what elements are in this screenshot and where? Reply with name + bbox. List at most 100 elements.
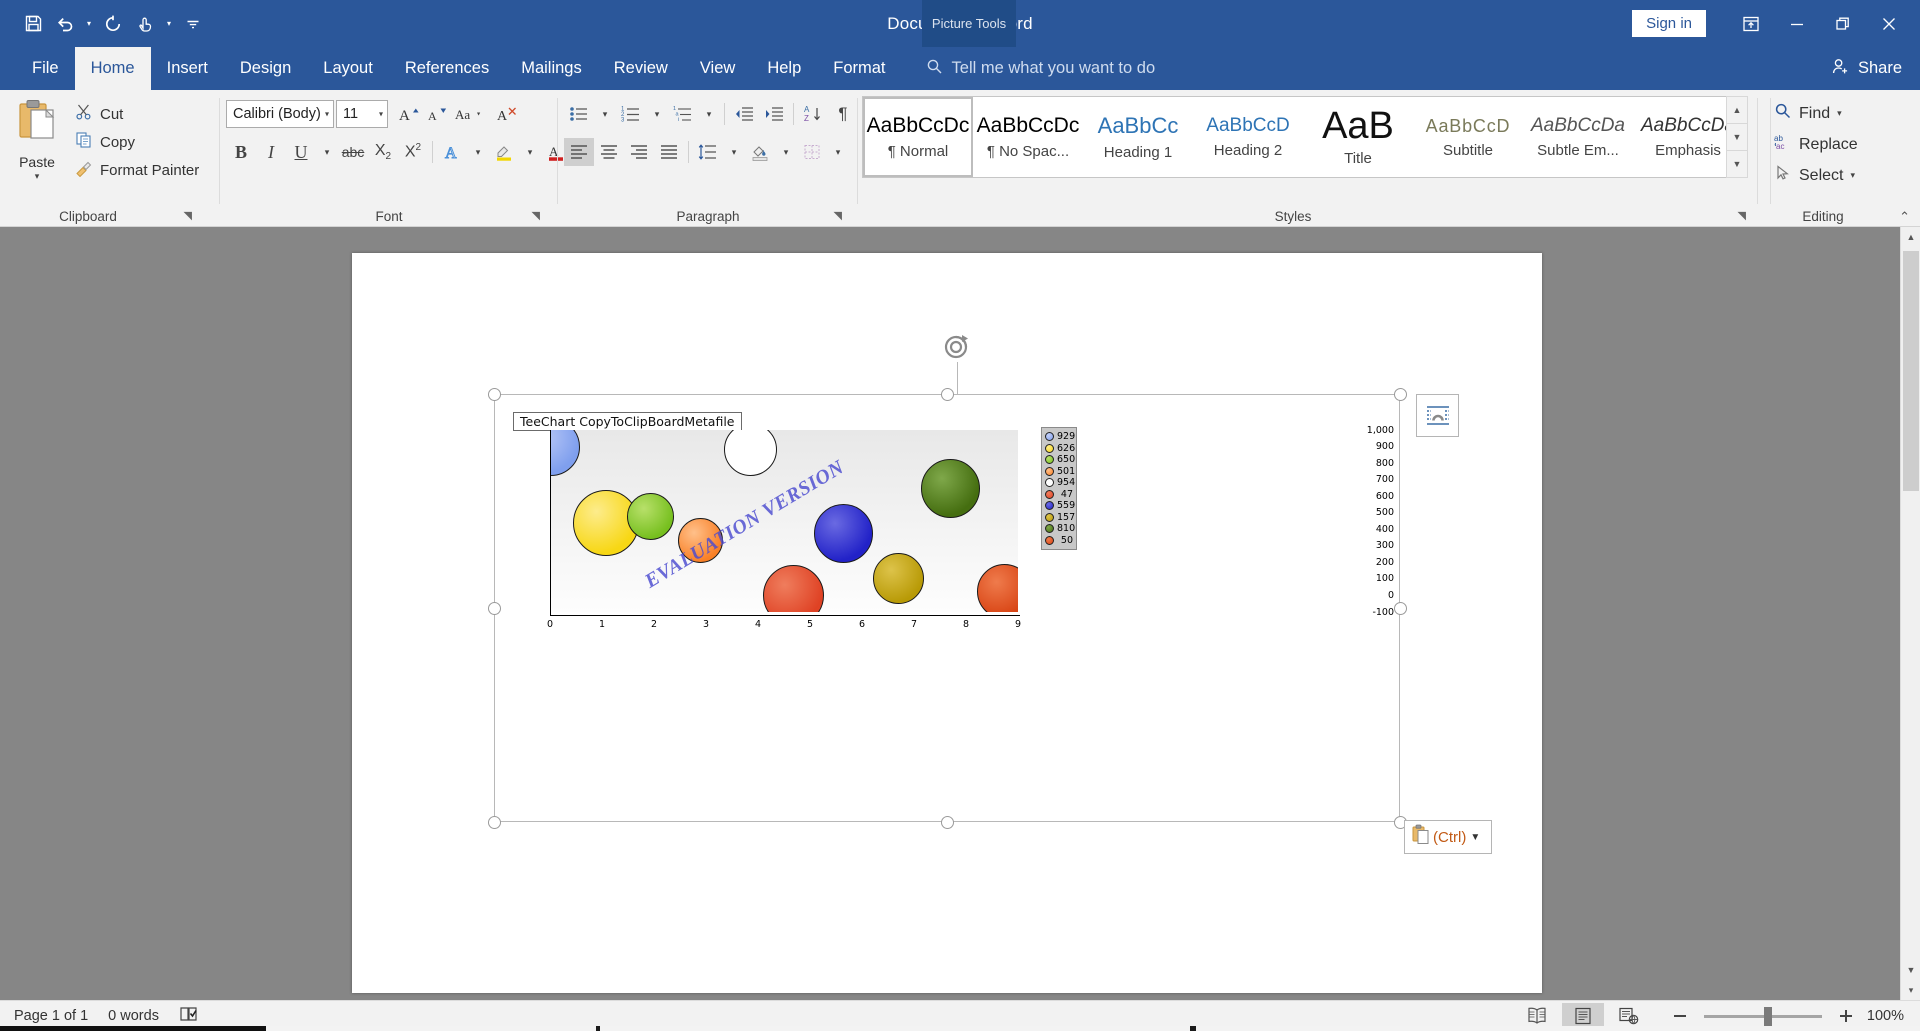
style-subtle-emphasis[interactable]: AaBbCcDa Subtle Em... — [1523, 97, 1633, 177]
paragraph-dialog-launcher[interactable]: ◥ — [834, 209, 842, 222]
find-dropdown-icon[interactable]: ▾ — [1837, 108, 1842, 119]
tab-references[interactable]: References — [389, 47, 505, 90]
tab-design[interactable]: Design — [224, 47, 307, 90]
scrollbar-thumb[interactable] — [1903, 251, 1919, 491]
change-case-icon[interactable]: Aa — [452, 100, 488, 128]
scroll-up-arrow-icon[interactable]: ▲ — [1901, 227, 1920, 247]
rotate-handle-icon[interactable] — [941, 330, 975, 364]
scroll-down-arrow-icon[interactable]: ▼ — [1901, 960, 1920, 980]
style-subtitle[interactable]: AaBbCcD Subtitle — [1413, 97, 1523, 177]
tab-insert[interactable]: Insert — [151, 47, 224, 90]
restore-icon[interactable] — [1820, 5, 1866, 43]
resize-handle-top-right[interactable] — [1394, 388, 1407, 401]
more-styles-icon[interactable]: ▼ — [1726, 150, 1748, 178]
paste-dropdown-icon[interactable]: ▾ — [35, 171, 40, 182]
show-formatting-marks-icon[interactable]: ¶ — [828, 100, 858, 128]
format-painter-button[interactable]: Format Painter — [70, 156, 204, 184]
underline-icon[interactable]: U — [286, 138, 316, 166]
zoom-level[interactable]: 100% — [1862, 1008, 1910, 1024]
picture-layout-options-icon[interactable] — [1416, 394, 1459, 437]
ribbon-display-options-icon[interactable] — [1728, 5, 1774, 43]
font-dialog-launcher[interactable]: ◥ — [532, 209, 540, 222]
share-button[interactable]: Share — [1831, 47, 1902, 90]
shading-dropdown-icon[interactable]: ▾ — [775, 138, 797, 166]
underline-dropdown-icon[interactable]: ▾ — [316, 138, 338, 166]
paste-button[interactable]: Paste ▾ — [8, 98, 66, 202]
style-title[interactable]: AaB Title — [1303, 97, 1413, 177]
proofing-errors-icon[interactable] — [169, 1005, 211, 1027]
select-button[interactable]: Select ▾ — [1774, 160, 1858, 191]
numbering-dropdown-icon[interactable]: ▾ — [646, 100, 668, 128]
line-spacing-dropdown-icon[interactable]: ▾ — [723, 138, 745, 166]
multilevel-dropdown-icon[interactable]: ▾ — [698, 100, 720, 128]
tab-mailings[interactable]: Mailings — [505, 47, 598, 90]
text-effects-dropdown-icon[interactable]: ▾ — [467, 138, 489, 166]
collapse-ribbon-icon[interactable]: ⌃ — [1899, 209, 1910, 225]
tell-me-search[interactable]: Tell me what you want to do — [902, 47, 1155, 90]
multilevel-list-icon[interactable]: 1ai — [668, 100, 698, 128]
text-highlight-dropdown-icon[interactable]: ▾ — [519, 138, 541, 166]
tab-file[interactable]: File — [16, 47, 75, 90]
align-left-icon[interactable] — [564, 138, 594, 166]
clear-formatting-icon[interactable]: A — [492, 100, 522, 128]
style-heading-2[interactable]: AaBbCcD Heading 2 — [1193, 97, 1303, 177]
numbering-icon[interactable]: 123 — [616, 100, 646, 128]
resize-handle-middle-right[interactable] — [1394, 602, 1407, 615]
teechart-image[interactable]: TeeChart CopyToClipBoardMetafile EVALUAT… — [500, 400, 1394, 660]
borders-icon[interactable] — [797, 138, 827, 166]
text-effects-icon[interactable]: A — [437, 138, 467, 166]
decrease-indent-icon[interactable] — [729, 100, 759, 128]
tab-review[interactable]: Review — [598, 47, 684, 90]
shrink-font-icon[interactable]: A — [422, 100, 452, 128]
font-size-input[interactable]: 11 ▾ — [336, 100, 388, 128]
cut-button[interactable]: Cut — [70, 100, 204, 128]
style-heading-1[interactable]: AaBbCc Heading 1 — [1083, 97, 1193, 177]
superscript-icon[interactable]: X2 — [398, 138, 428, 166]
scroll-down-icon[interactable]: ▼ — [1726, 123, 1748, 150]
style-no-spacing[interactable]: AaBbCcDc ¶ No Spac... — [973, 97, 1083, 177]
tab-help[interactable]: Help — [751, 47, 817, 90]
borders-dropdown-icon[interactable]: ▾ — [827, 138, 849, 166]
replace-button[interactable]: ab ac Replace — [1774, 129, 1858, 160]
resize-handle-bottom-center[interactable] — [941, 816, 954, 829]
bullets-dropdown-icon[interactable]: ▾ — [594, 100, 616, 128]
italic-icon[interactable]: I — [256, 138, 286, 166]
align-right-icon[interactable] — [624, 138, 654, 166]
find-button[interactable]: Find ▾ — [1774, 98, 1858, 129]
zoom-slider[interactable] — [1704, 1006, 1822, 1026]
style-normal[interactable]: AaBbCcDc ¶ Normal — [863, 97, 973, 177]
paste-options-button[interactable]: (Ctrl) ▼ — [1404, 820, 1492, 854]
justify-icon[interactable] — [654, 138, 684, 166]
scroll-up-icon[interactable]: ▲ — [1726, 96, 1748, 123]
tab-home[interactable]: Home — [74, 47, 151, 90]
subscript-icon[interactable]: X2 — [368, 138, 398, 166]
vertical-scrollbar[interactable]: ▲ ▼ ▾ — [1900, 227, 1920, 1000]
page-indicator[interactable]: Page 1 of 1 — [0, 1008, 98, 1024]
increase-indent-icon[interactable] — [759, 100, 789, 128]
shading-icon[interactable] — [745, 138, 775, 166]
bullets-icon[interactable] — [564, 100, 594, 128]
font-size-dropdown-icon[interactable]: ▾ — [379, 110, 383, 119]
text-highlight-color-icon[interactable] — [489, 138, 519, 166]
minimize-icon[interactable] — [1774, 5, 1820, 43]
copy-button[interactable]: Copy — [70, 128, 204, 156]
grow-font-icon[interactable]: A — [394, 100, 424, 128]
line-spacing-icon[interactable] — [693, 138, 723, 166]
word-count[interactable]: 0 words — [98, 1008, 169, 1024]
sort-icon[interactable]: AZ — [798, 100, 828, 128]
align-center-icon[interactable] — [594, 138, 624, 166]
zoom-slider-thumb[interactable] — [1764, 1006, 1772, 1026]
tab-view[interactable]: View — [684, 47, 751, 90]
scroll-next-page-icon[interactable]: ▾ — [1901, 980, 1920, 1000]
bold-icon[interactable]: B — [226, 138, 256, 166]
select-dropdown-icon[interactable]: ▾ — [1850, 170, 1855, 181]
sign-in-button[interactable]: Sign in — [1632, 10, 1706, 37]
chevron-down-icon[interactable]: ▼ — [1470, 832, 1480, 843]
strikethrough-icon[interactable]: abc — [338, 138, 368, 166]
close-icon[interactable] — [1866, 5, 1912, 43]
font-name-input[interactable]: Calibri (Body) ▾ — [226, 100, 334, 128]
tab-format[interactable]: Format — [817, 47, 902, 90]
tab-layout[interactable]: Layout — [307, 47, 389, 90]
clipboard-dialog-launcher[interactable]: ◥ — [184, 209, 192, 222]
font-name-dropdown-icon[interactable]: ▾ — [325, 110, 329, 119]
